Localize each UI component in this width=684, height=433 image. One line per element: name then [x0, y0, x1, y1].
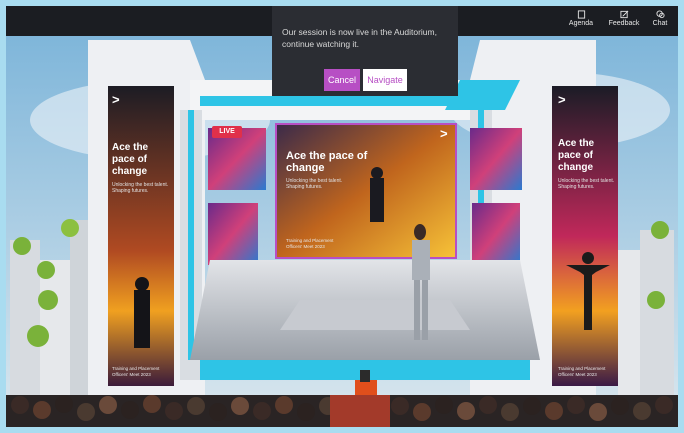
session-live-popup: Our session is now live in the Auditoriu…: [272, 6, 458, 96]
navigate-button[interactable]: Navigate: [363, 69, 407, 91]
left-banner-title: Ace the pace of change: [112, 142, 149, 177]
audience: [6, 395, 678, 427]
right-banner-footer: Training and Placement Officers' Meet 20…: [558, 366, 606, 377]
right-banner-title: Ace the pace of change: [558, 138, 595, 173]
agenda-icon: [577, 10, 585, 19]
left-banner-chevron: >: [112, 92, 120, 107]
cancel-button[interactable]: Cancel: [324, 69, 360, 91]
session-message: Our session is now live in the Auditoriu…: [282, 27, 437, 49]
right-banner-content: Ace the pace of change Unlocking the bes…: [558, 138, 618, 190]
left-banner-subtitle: Unlocking the best talent. Shaping futur…: [112, 182, 169, 194]
chat-button[interactable]: Chat: [642, 8, 678, 34]
screen-subtitle: Unlocking the best talent. Shaping futur…: [286, 178, 343, 190]
agenda-button[interactable]: Agenda: [563, 8, 599, 34]
feedback-button[interactable]: Feedback: [606, 8, 642, 34]
agenda-label: Agenda: [568, 20, 594, 27]
right-banner-chevron: >: [558, 92, 566, 107]
screen-chevron: >: [440, 126, 448, 141]
right-banner: [552, 86, 618, 386]
screen-title: Ace the pace of change: [286, 150, 368, 174]
feedback-icon: [619, 10, 628, 19]
chat-icon: [655, 10, 665, 19]
left-banner-content: Ace the pace of change Unlocking the bes…: [112, 142, 172, 194]
right-banner-subtitle: Unlocking the best talent. Shaping futur…: [558, 178, 615, 190]
feedback-label: Feedback: [608, 20, 640, 27]
live-badge: LIVE: [212, 126, 242, 138]
screen-footer: Training and Placement Officers' Meet 20…: [286, 238, 334, 249]
left-banner-footer: Training and Placement Officers' Meet 20…: [112, 366, 160, 377]
screen-content: Ace the pace of change Unlocking the bes…: [286, 150, 406, 190]
chat-label: Chat: [652, 20, 668, 27]
